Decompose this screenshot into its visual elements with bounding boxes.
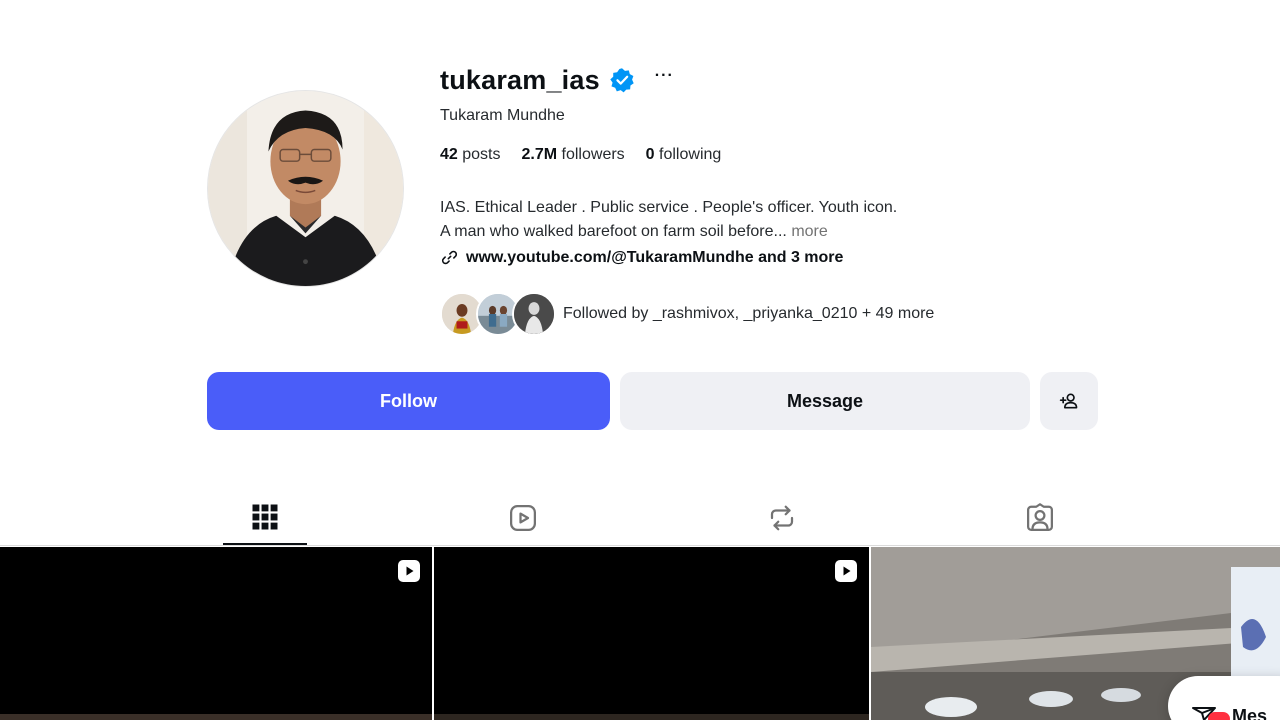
followers-link[interactable]: 2.7M followers	[522, 146, 625, 164]
followers-label: followers	[561, 146, 625, 163]
posts-count-stat: 42 posts	[440, 146, 501, 164]
external-link[interactable]: www.youtube.com/@TukaramMundhe and 3 mor…	[440, 248, 843, 267]
suggested-users-button[interactable]	[1040, 372, 1098, 430]
messages-widget-label: Mes	[1232, 706, 1268, 720]
post-thumbnail[interactable]	[0, 547, 432, 720]
following-label: following	[659, 146, 722, 163]
mutual-avatars	[440, 292, 556, 336]
post-thumbnail-edge	[0, 714, 432, 720]
tab-reels[interactable]	[481, 490, 565, 545]
reel-indicator-icon	[398, 560, 420, 582]
reposts-icon	[770, 505, 794, 530]
following-link[interactable]: 0 following	[646, 146, 722, 164]
profile-header: tukaram_ias ···	[440, 62, 674, 98]
following-count: 0	[645, 146, 655, 163]
bio-more-link[interactable]: more	[791, 223, 827, 240]
profile-stats: 42 posts 2.7M followers 0 following	[440, 146, 721, 164]
more-options-button[interactable]: ···	[655, 68, 674, 84]
verified-badge-icon	[609, 67, 635, 93]
bio-line-1: IAS. Ethical Leader . Public service . P…	[440, 199, 898, 216]
bio-line-2-text: A man who walked barefoot on farm soil b…	[440, 223, 787, 240]
tab-tagged[interactable]	[998, 490, 1082, 545]
external-link-text: www.youtube.com/@TukaramMundhe and 3 mor…	[466, 248, 844, 266]
notification-badge	[1208, 712, 1230, 720]
follow-button[interactable]: Follow	[207, 372, 610, 430]
posts-label: posts	[462, 146, 501, 163]
profile-bio: IAS. Ethical Leader . Public service . P…	[440, 196, 897, 244]
post-thumbnail[interactable]	[434, 547, 869, 720]
tagged-icon	[1027, 502, 1053, 531]
reels-icon	[510, 504, 536, 531]
reel-indicator-icon	[835, 560, 857, 582]
grid-icon	[252, 504, 278, 529]
tabs-divider	[0, 545, 1280, 546]
person-add-icon	[1059, 393, 1078, 409]
link-icon	[441, 250, 458, 265]
followed-by-text: Followed by _rashmivox, _priyanka_0210 +…	[563, 305, 935, 322]
tab-posts[interactable]	[223, 490, 307, 545]
full-name: Tukaram Mundhe	[440, 107, 565, 124]
bio-line-2: A man who walked barefoot on farm soil b…	[440, 220, 897, 244]
tab-reposts[interactable]	[740, 490, 824, 545]
post-thumbnail-edge	[434, 714, 869, 720]
profile-avatar[interactable]	[207, 90, 404, 287]
followed-by[interactable]: Followed by _rashmivox, _priyanka_0210 +…	[440, 292, 934, 336]
followers-count: 2.7M	[521, 146, 558, 163]
username: tukaram_ias	[440, 64, 600, 95]
profile-photo	[208, 91, 403, 286]
mutual-avatar	[512, 292, 556, 336]
posts-count: 42	[440, 146, 458, 163]
message-button[interactable]: Message	[620, 372, 1030, 430]
